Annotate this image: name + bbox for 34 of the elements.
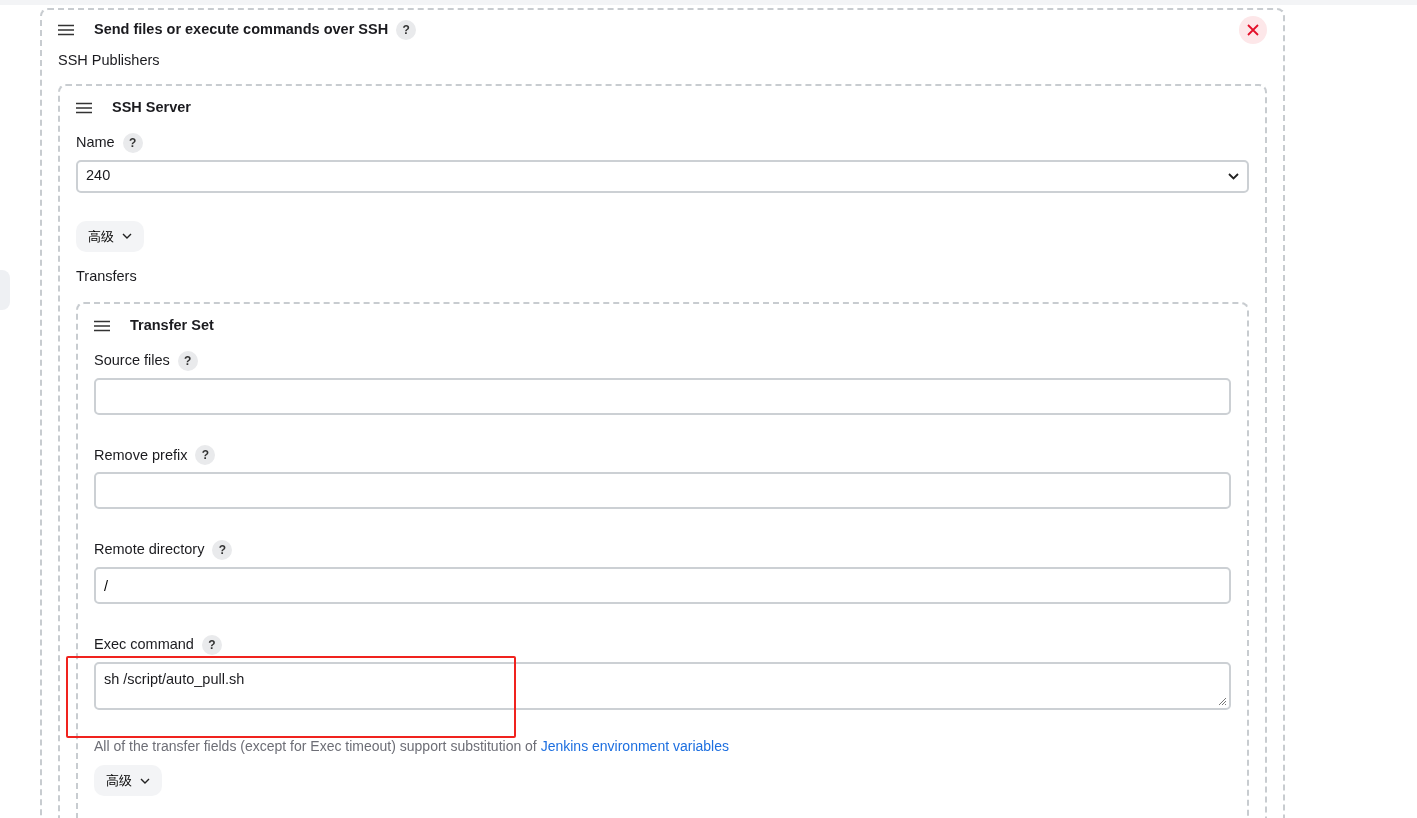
drag-handle-icon[interactable]	[76, 101, 92, 114]
help-button[interactable]: ?	[122, 132, 143, 153]
help-note: All of the transfer fields (except for Exec timeout) support substitution of Jenkins environment variables	[94, 736, 730, 756]
drag-handle-icon[interactable]	[94, 319, 110, 332]
server-select[interactable]: 240	[76, 159, 1249, 193]
resize-grip-icon[interactable]	[1217, 695, 1227, 706]
input-field[interactable]: /	[94, 567, 1231, 604]
help-button[interactable]: ?	[195, 445, 216, 466]
section-subtitle: SSH Publishers	[58, 51, 161, 70]
field-label: Exec command	[94, 635, 194, 654]
help-button[interactable]: ?	[201, 634, 222, 655]
advanced-button[interactable]: 高级	[94, 764, 162, 797]
advanced-button[interactable]: 高级	[76, 220, 144, 252]
field-label: Source files	[94, 350, 170, 370]
section-title: Send files or execute commands over SSH	[94, 20, 389, 40]
field-label: Name	[76, 132, 115, 152]
dropdown-caret-icon	[1228, 172, 1239, 180]
transfers-label: Transfers	[76, 267, 138, 286]
field-label: Remove prefix	[94, 445, 188, 465]
help-button[interactable]: ?	[396, 20, 417, 40]
section-title: SSH Server	[112, 97, 191, 117]
command-textarea[interactable]: sh /script/auto_pull.sh	[94, 661, 1231, 710]
field-label: Remote directory	[94, 540, 205, 560]
input-field[interactable]	[94, 377, 1231, 415]
help-button[interactable]: ?	[212, 540, 233, 561]
section-title: Transfer Set	[130, 315, 214, 335]
close-button[interactable]	[1239, 16, 1267, 44]
chevron-down-icon	[140, 777, 150, 784]
environment-variables-link[interactable]: Jenkins environment variables	[540, 737, 729, 754]
chevron-down-icon	[122, 233, 132, 240]
close-icon	[1247, 24, 1259, 36]
input-field[interactable]	[94, 472, 1231, 510]
drag-handle-icon[interactable]	[58, 24, 74, 36]
help-button[interactable]: ?	[177, 350, 198, 371]
